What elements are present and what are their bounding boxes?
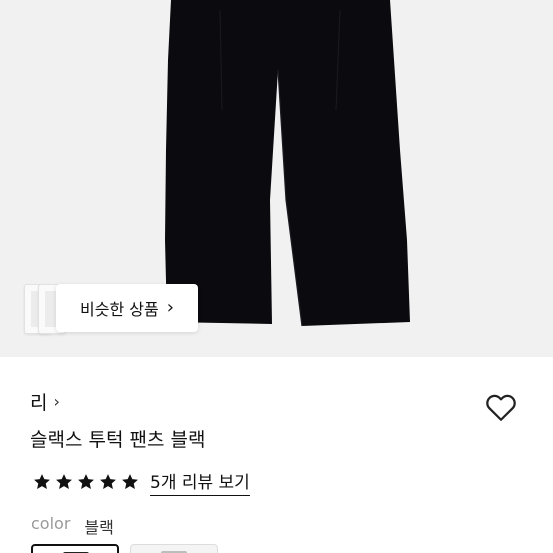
star-icon <box>56 474 72 489</box>
star-icon <box>78 474 94 489</box>
similar-products-label: 비슷한 상품 <box>80 300 159 319</box>
color-option-other[interactable] <box>130 544 218 553</box>
color-label: color <box>31 514 71 533</box>
view-reviews-link[interactable]: 5개 리뷰 보기 <box>150 468 250 496</box>
star-icon <box>122 474 138 489</box>
product-detail-page: 비슷한 상품 › 리 › 슬랙스 투턱 팬츠 블랙 5개 리뷰 보기 color… <box>0 0 553 553</box>
color-option-black[interactable] <box>31 544 119 553</box>
product-title: 슬랙스 투턱 팬츠 블랙 <box>30 429 206 451</box>
rating-row: 5개 리뷰 보기 <box>32 468 250 496</box>
chevron-right-icon: › <box>53 392 60 411</box>
color-value: 블랙 <box>84 518 114 537</box>
brand-name: 리 <box>30 392 48 414</box>
similar-products-button[interactable]: 비슷한 상품 › <box>56 284 198 332</box>
star-icon <box>100 474 116 489</box>
star-icon <box>34 474 50 489</box>
rating-stars <box>32 472 140 492</box>
color-row: color 블랙 <box>31 514 114 538</box>
chevron-right-icon: › <box>166 297 174 318</box>
brand-link[interactable]: 리 › <box>30 388 60 415</box>
heart-outline-icon[interactable] <box>482 389 520 425</box>
product-image[interactable]: 비슷한 상품 › <box>0 0 553 357</box>
